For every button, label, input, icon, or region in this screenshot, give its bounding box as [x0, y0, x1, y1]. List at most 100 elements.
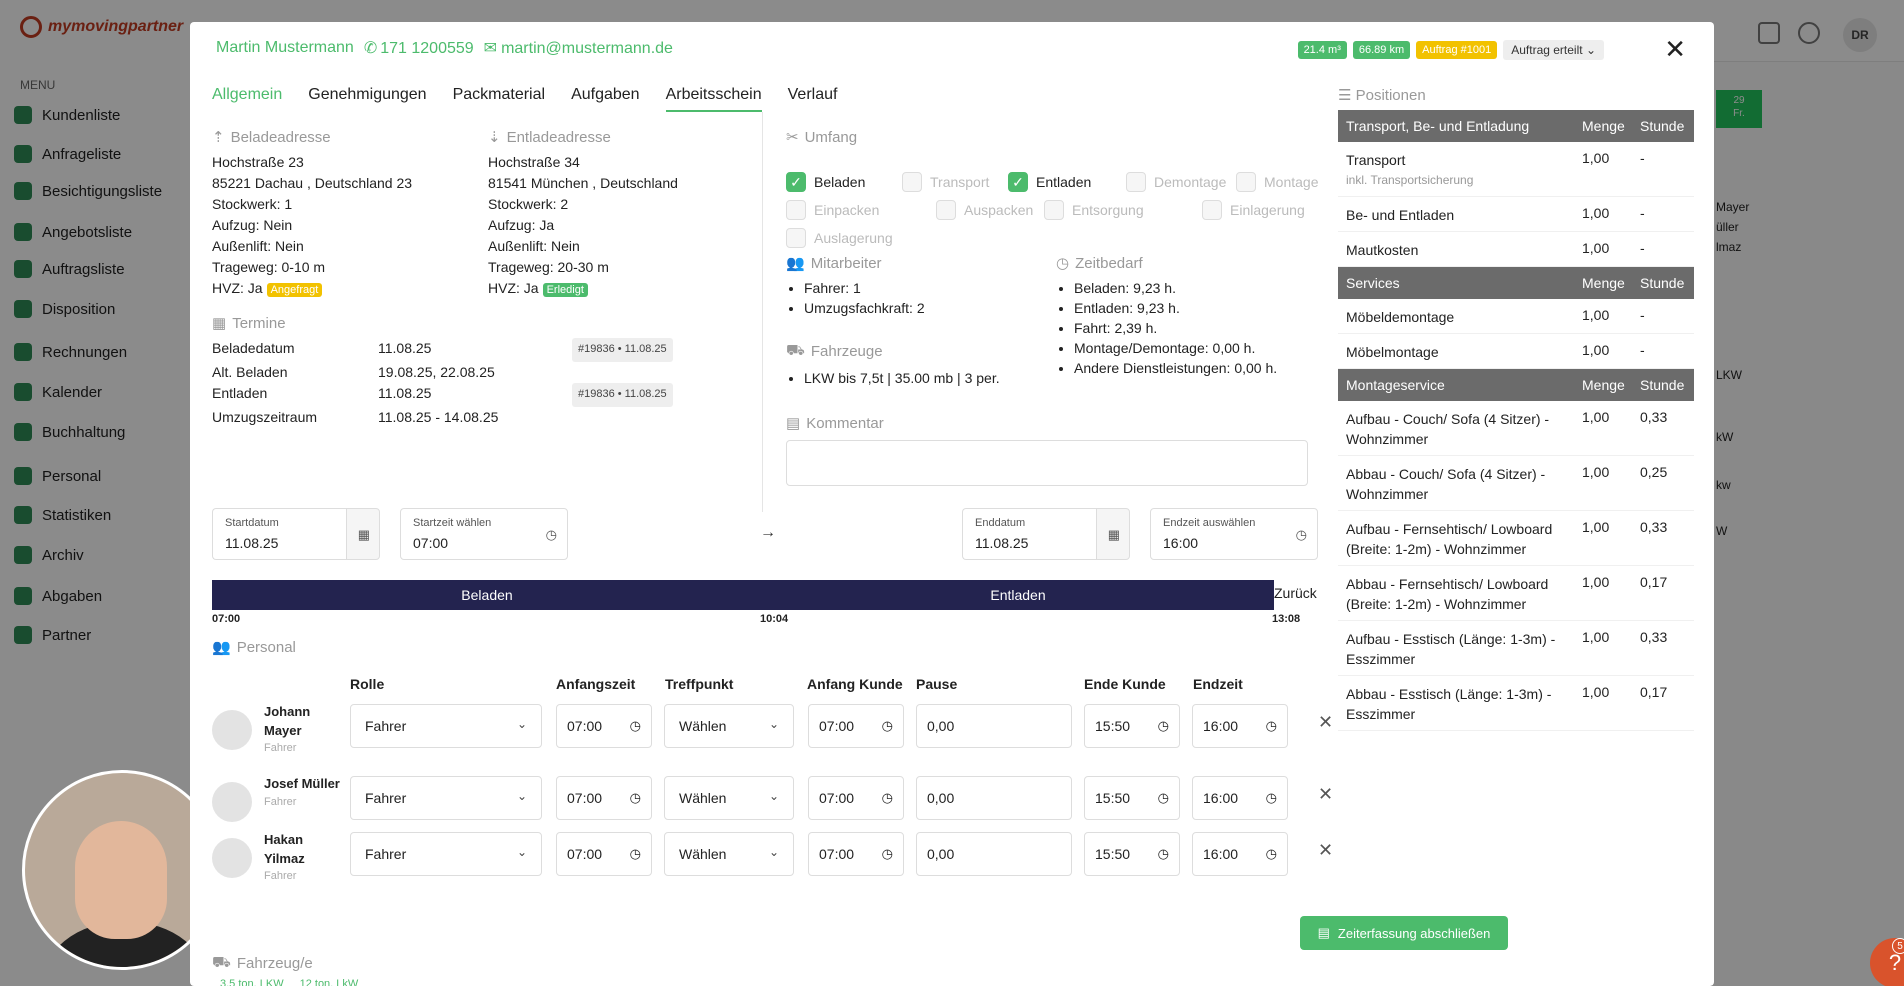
truck-icon: ⛟	[786, 342, 805, 359]
checkbox-box	[902, 172, 922, 192]
position-row[interactable]: Möbelmontage 1,00-	[1338, 334, 1694, 369]
volume-badge: 21.4 m³	[1297, 41, 1347, 59]
timeline-entladen[interactable]: Entladen	[762, 580, 1274, 610]
customer-phone[interactable]: 171 1200559	[364, 38, 473, 58]
tab-aufgaben[interactable]: Aufgaben	[571, 86, 640, 112]
position-row[interactable]: Be- und Entladen 1,00-	[1338, 197, 1694, 232]
vehicle-link[interactable]: 3,5 ton. LKW	[220, 978, 284, 986]
endzeit-input[interactable]: 16:00 ◷	[1192, 832, 1288, 876]
zeiterfassung-abschliessen-button[interactable]: ▤ Zeiterfassung abschließen	[1300, 916, 1508, 950]
employee-name[interactable]: Josef Müller	[264, 774, 344, 793]
tab-genehmigungen[interactable]: Genehmigungen	[308, 86, 426, 112]
reference-badge[interactable]: #19836 • 11.08.25	[572, 338, 673, 362]
startdatum-calendar-button[interactable]: ▦	[346, 508, 380, 560]
rolle-select[interactable]: Fahrer ⌄	[350, 776, 542, 820]
position-row[interactable]: Abbau - Fernsehtisch/ Lowboard (Breite: …	[1338, 566, 1694, 621]
belade-city: 85221 Dachau , Deutschland 23	[212, 175, 413, 191]
position-row[interactable]: Transport inkl. Transportsicherung 1,00-	[1338, 142, 1694, 197]
beladeadresse-title: ⇡ Beladeadresse	[212, 128, 331, 147]
tab-packmaterial[interactable]: Packmaterial	[453, 86, 545, 112]
anfang-kunde-input[interactable]: 07:00 ◷	[808, 832, 904, 876]
vehicle-link[interactable]: 12 ton. LkW	[300, 978, 359, 986]
ende-kunde-input[interactable]: 15:50 ◷	[1084, 704, 1180, 748]
customer-email[interactable]: martin@mustermann.de	[484, 38, 673, 58]
zeitbedarf-list: Beladen: 9,23 h.Entladen: 9,23 h.Fahrt: …	[1056, 278, 1277, 378]
chevron-down-icon: ⌄	[768, 717, 779, 731]
divider	[762, 112, 763, 512]
enddatum-field[interactable]: Enddatum 11.08.25	[962, 508, 1096, 560]
endzeit-input[interactable]: 16:00 ◷	[1192, 776, 1288, 820]
treffpunkt-select[interactable]: Wählen ⌄	[664, 776, 794, 820]
status-dropdown[interactable]: Auftrag erteilt ⌄	[1503, 40, 1604, 60]
reference-badge[interactable]: #19836 • 11.08.25	[572, 383, 673, 407]
pause-input[interactable]: 0,00	[916, 704, 1072, 748]
kommentar-textarea[interactable]	[786, 440, 1308, 486]
pause-input[interactable]: 0,00	[916, 776, 1072, 820]
list-item: Montage/Demontage: 0,00 h.	[1074, 338, 1277, 358]
remove-employee-icon[interactable]: ✕	[1318, 840, 1333, 861]
clock-icon: ◷	[1265, 718, 1277, 733]
order-modal: Martin Mustermann 171 1200559 martin@mus…	[190, 22, 1714, 986]
arrow-right-icon: →	[760, 524, 776, 541]
position-row[interactable]: Abbau - Couch/ Sofa (4 Sitzer) - Wohnzim…	[1338, 456, 1694, 511]
employee-name[interactable]: Hakan Yilmaz	[264, 830, 344, 868]
close-icon[interactable]: ✕	[1664, 36, 1686, 62]
tab-allgemein[interactable]: Allgemein	[212, 86, 282, 112]
position-row[interactable]: Möbeldemontage 1,00-	[1338, 299, 1694, 334]
checkbox-montage[interactable]: Montage	[1236, 172, 1318, 192]
anfangszeit-input[interactable]: 07:00 ◷	[556, 704, 652, 748]
position-row[interactable]: Abbau - Esstisch (Länge: 1-3m) - Esszimm…	[1338, 676, 1694, 731]
ende-kunde-input[interactable]: 15:50 ◷	[1084, 776, 1180, 820]
timeline-beladen[interactable]: Beladen	[212, 580, 762, 610]
treffpunkt-select[interactable]: Wählen ⌄	[664, 704, 794, 748]
checkbox-entladen[interactable]: ✓ Entladen	[1008, 172, 1091, 192]
chevron-down-icon: ⌄	[516, 717, 527, 731]
position-row[interactable]: Aufbau - Fernsehtisch/ Lowboard (Breite:…	[1338, 511, 1694, 566]
checkbox-box	[1202, 200, 1222, 220]
hvz-status-badge: Erledigt	[542, 283, 588, 297]
anfang-kunde-input[interactable]: 07:00 ◷	[808, 704, 904, 748]
position-row[interactable]: Aufbau - Esstisch (Länge: 1-3m) - Esszim…	[1338, 621, 1694, 676]
checkbox-demontage[interactable]: Demontage	[1126, 172, 1226, 192]
customer-header: Martin Mustermann 171 1200559 martin@mus…	[216, 38, 673, 58]
position-row[interactable]: Aufbau - Couch/ Sofa (4 Sitzer) - Wohnzi…	[1338, 401, 1694, 456]
remove-employee-icon[interactable]: ✕	[1318, 712, 1333, 733]
clock-icon: ◷	[1265, 790, 1277, 805]
rolle-select[interactable]: Fahrer ⌄	[350, 832, 542, 876]
customer-name[interactable]: Martin Mustermann	[216, 39, 354, 57]
list-item: Umzugsfachkraft: 2	[804, 298, 925, 318]
col-ende-kunde: Ende Kunde	[1084, 676, 1166, 692]
tab-arbeitsschein[interactable]: Arbeitsschein	[665, 86, 762, 112]
rolle-select[interactable]: Fahrer ⌄	[350, 704, 542, 748]
checkbox-transport[interactable]: Transport	[902, 172, 989, 192]
anfang-kunde-input[interactable]: 07:00 ◷	[808, 776, 904, 820]
startdatum-field[interactable]: Startdatum 11.08.25	[212, 508, 346, 560]
anfangszeit-input[interactable]: 07:00 ◷	[556, 832, 652, 876]
tab-verlauf[interactable]: Verlauf	[788, 86, 838, 112]
ende-kunde-input[interactable]: 15:50 ◷	[1084, 832, 1180, 876]
position-row[interactable]: Mautkosten 1,00-	[1338, 232, 1694, 267]
entlade-city: 81541 München , Deutschland	[488, 175, 678, 191]
timeline-back[interactable]: Zurück	[1274, 585, 1317, 601]
clock-icon: ◷	[629, 790, 641, 805]
enddatum-calendar-button[interactable]: ▦	[1096, 508, 1130, 560]
checkbox-beladen[interactable]: ✓ Beladen	[786, 172, 865, 192]
employee-name[interactable]: Johann Mayer	[264, 702, 344, 740]
checkbox-auslagerung[interactable]: Auslagerung	[786, 228, 893, 248]
checkbox-auspacken[interactable]: Auspacken	[936, 200, 1033, 220]
treffpunkt-select[interactable]: Wählen ⌄	[664, 832, 794, 876]
remove-employee-icon[interactable]: ✕	[1318, 784, 1333, 805]
clock-icon: ◷	[629, 718, 641, 733]
endzeit-field[interactable]: Endzeit auswählen 16:00 ◷	[1150, 508, 1318, 560]
anfangszeit-input[interactable]: 07:00 ◷	[556, 776, 652, 820]
termine-title: ▦ Termine	[212, 314, 286, 333]
personal-row: Josef Müller Fahrer Fahrer ⌄ 07:00 ◷ Wähle…	[212, 774, 1333, 828]
checkbox-einlagerung[interactable]: Einlagerung	[1202, 200, 1305, 220]
startzeit-field[interactable]: Startzeit wählen 07:00 ◷	[400, 508, 568, 560]
checkbox-einpacken[interactable]: Einpacken	[786, 200, 879, 220]
checkbox-entsorgung[interactable]: Entsorgung	[1044, 200, 1144, 220]
pause-input[interactable]: 0,00	[916, 832, 1072, 876]
chevron-down-icon: ⌄	[768, 789, 779, 803]
fahrzeuge-list: LKW bis 7,5t | 35.00 mb | 3 per.	[786, 368, 1000, 388]
endzeit-input[interactable]: 16:00 ◷	[1192, 704, 1288, 748]
